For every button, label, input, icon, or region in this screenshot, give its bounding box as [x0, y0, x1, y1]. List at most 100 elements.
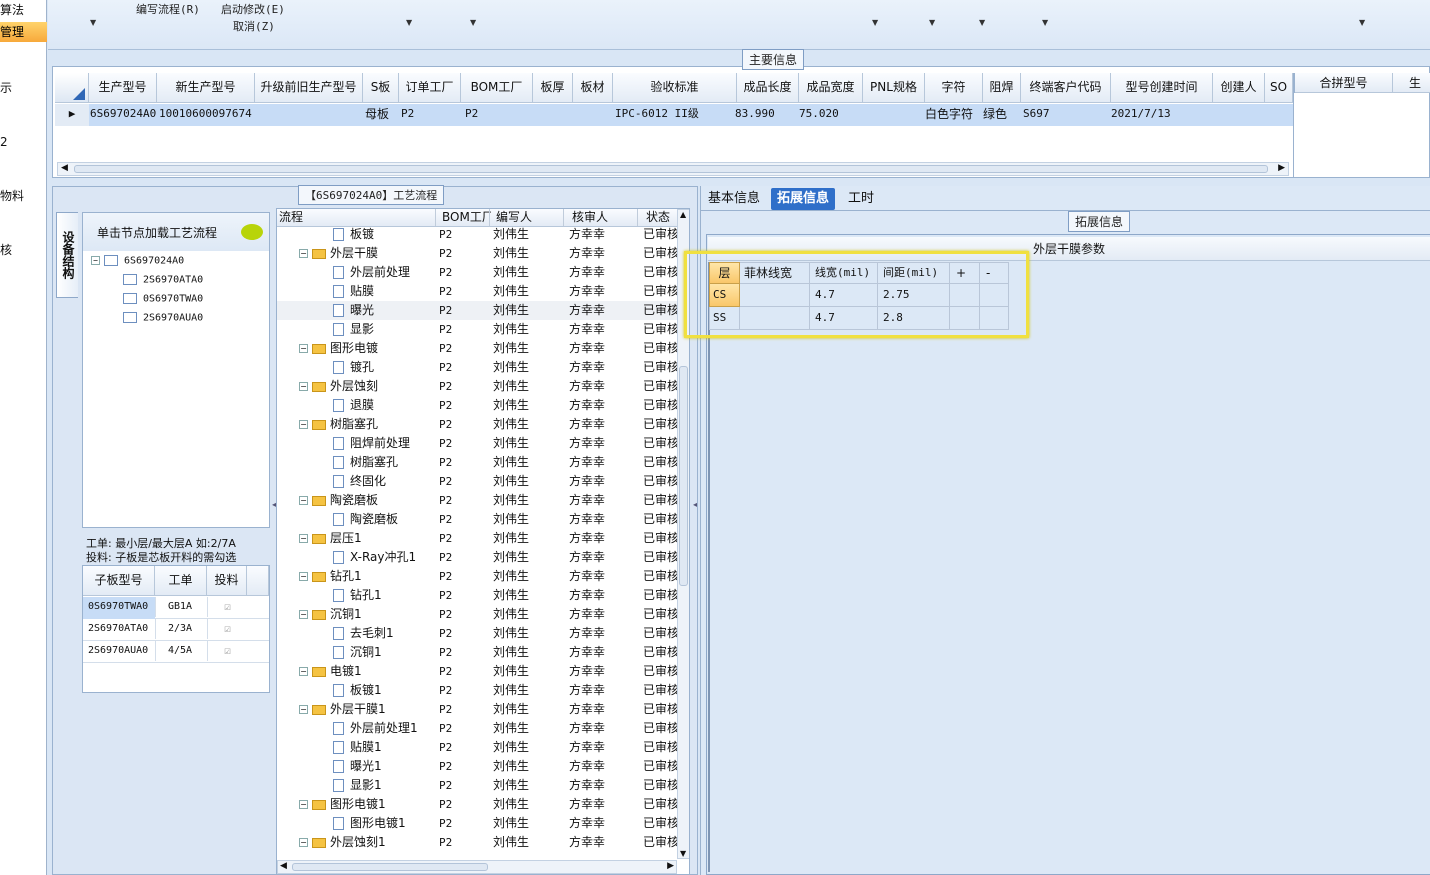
- column-header[interactable]: 工单: [155, 566, 207, 596]
- writer-cell[interactable]: 刘伟生: [493, 548, 561, 567]
- tab-extended-info[interactable]: 拓展信息: [771, 188, 836, 210]
- bom-factory-cell[interactable]: P2: [439, 586, 489, 605]
- table-cell[interactable]: 4.7: [810, 307, 878, 330]
- column-header[interactable]: SO: [1265, 73, 1293, 103]
- collapse-icon[interactable]: −: [299, 800, 308, 809]
- writer-cell[interactable]: 刘伟生: [493, 415, 561, 434]
- tree-node[interactable]: 2S6970AUA0: [123, 312, 203, 324]
- checker-cell[interactable]: 方幸幸: [569, 586, 635, 605]
- bom-factory-cell[interactable]: P2: [439, 643, 489, 662]
- table-cell[interactable]: P2: [465, 104, 531, 124]
- collapse-icon[interactable]: −: [299, 667, 308, 676]
- tree-node[interactable]: − 电镀1: [299, 662, 433, 681]
- writer-cell[interactable]: 刘伟生: [493, 700, 561, 719]
- chevron-down-icon[interactable]: ▼: [1359, 18, 1365, 27]
- bom-factory-cell[interactable]: P2: [439, 548, 489, 567]
- remove-column-button[interactable]: -: [980, 262, 1009, 284]
- column-header[interactable]: S板: [363, 73, 399, 103]
- checker-cell[interactable]: 方幸幸: [569, 738, 635, 757]
- nav-item-selected[interactable]: 管理: [0, 22, 47, 42]
- column-header[interactable]: 升级前旧生产型号: [255, 73, 363, 103]
- bom-factory-cell[interactable]: P2: [439, 605, 489, 624]
- column-header[interactable]: 新生产型号: [157, 73, 255, 103]
- checker-cell[interactable]: 方幸幸: [569, 301, 635, 320]
- tree-row[interactable]: 退膜 P2 刘伟生 方幸幸 已审核: [277, 396, 677, 415]
- chevron-down-icon[interactable]: ▼: [1042, 18, 1048, 27]
- column-header[interactable]: 生: [1393, 73, 1430, 93]
- status-cell[interactable]: 已审核: [643, 605, 677, 624]
- checker-cell[interactable]: 方幸幸: [569, 263, 635, 282]
- bom-factory-cell[interactable]: P2: [439, 738, 489, 757]
- row-header[interactable]: CS: [709, 284, 740, 307]
- bom-factory-cell[interactable]: P2: [439, 415, 489, 434]
- column-header[interactable]: 板厚: [533, 73, 573, 103]
- column-header[interactable]: 创建人: [1213, 73, 1265, 103]
- column-header[interactable]: 成品宽度: [799, 73, 863, 103]
- column-header[interactable]: 线宽(mil): [810, 262, 878, 284]
- writer-cell[interactable]: 刘伟生: [493, 567, 561, 586]
- writer-cell[interactable]: 刘伟生: [493, 434, 561, 453]
- writer-cell[interactable]: 刘伟生: [493, 377, 561, 396]
- checker-cell[interactable]: 方幸幸: [569, 244, 635, 263]
- checker-cell[interactable]: 方幸幸: [569, 643, 635, 662]
- table-cell[interactable]: 2S6970ATA0: [83, 619, 155, 639]
- bom-factory-cell[interactable]: P2: [439, 339, 489, 358]
- checker-cell[interactable]: 方幸幸: [569, 662, 635, 681]
- table-cell[interactable]: 6S697024A0: [90, 104, 156, 124]
- tree-node[interactable]: − 外层蚀刻1: [299, 833, 433, 852]
- tree-node[interactable]: − 图形电镀: [299, 339, 433, 358]
- tab-work-hours[interactable]: 工时: [842, 188, 880, 210]
- tree-node[interactable]: 钻孔1: [333, 586, 433, 605]
- collapse-icon[interactable]: −: [299, 249, 308, 258]
- writer-cell[interactable]: 刘伟生: [493, 396, 561, 415]
- collapse-icon[interactable]: −: [299, 534, 308, 543]
- column-header[interactable]: 成品长度: [737, 73, 799, 103]
- chevron-down-icon[interactable]: ▼: [90, 18, 96, 27]
- add-column-button[interactable]: +: [950, 262, 980, 284]
- status-cell[interactable]: 已审核: [643, 700, 677, 719]
- bom-factory-cell[interactable]: P2: [439, 776, 489, 795]
- column-header[interactable]: 订单工厂: [399, 73, 461, 103]
- tree-node[interactable]: 陶瓷磨板: [333, 510, 433, 529]
- collapse-icon[interactable]: −: [299, 344, 308, 353]
- tab-basic-info[interactable]: 基本信息: [702, 188, 766, 210]
- table-cell[interactable]: 10010600097674: [159, 104, 255, 124]
- tree-row[interactable]: X-Ray冲孔1 P2 刘伟生 方幸幸 已审核: [277, 548, 677, 567]
- tree-node[interactable]: − 钻孔1: [299, 567, 433, 586]
- status-cell[interactable]: 已审核: [643, 472, 677, 491]
- start-modify-button[interactable]: 启动修改(E): [221, 1, 285, 17]
- tree-node[interactable]: 阻焊前处理: [333, 434, 433, 453]
- checker-cell[interactable]: 方幸幸: [569, 605, 635, 624]
- writer-cell[interactable]: 刘伟生: [493, 624, 561, 643]
- writer-cell[interactable]: 刘伟生: [493, 339, 561, 358]
- tree-row[interactable]: 曝光 P2 刘伟生 方幸幸 已审核: [277, 301, 677, 320]
- status-cell[interactable]: 已审核: [643, 757, 677, 776]
- writer-cell[interactable]: 刘伟生: [493, 263, 561, 282]
- tree-node[interactable]: 终固化: [333, 472, 433, 491]
- tree-row[interactable]: 显影1 P2 刘伟生 方幸幸 已审核: [277, 776, 677, 795]
- collapse-icon[interactable]: −: [299, 496, 308, 505]
- checker-cell[interactable]: 方幸幸: [569, 814, 635, 833]
- tree-row[interactable]: − 图形电镀1 P2 刘伟生 方幸幸 已审核: [277, 795, 677, 814]
- bom-factory-cell[interactable]: P2: [439, 282, 489, 301]
- tree-row[interactable]: 贴膜 P2 刘伟生 方幸幸 已审核: [277, 282, 677, 301]
- writer-cell[interactable]: 刘伟生: [493, 472, 561, 491]
- collapse-icon[interactable]: −: [91, 256, 100, 265]
- checker-cell[interactable]: 方幸幸: [569, 453, 635, 472]
- checker-cell[interactable]: 方幸幸: [569, 548, 635, 567]
- status-cell[interactable]: 已审核: [643, 453, 677, 472]
- tree-node[interactable]: 镀孔: [333, 358, 433, 377]
- column-header[interactable]: 间距(mil): [878, 262, 950, 284]
- bom-factory-cell[interactable]: P2: [439, 529, 489, 548]
- column-header[interactable]: 核审人: [563, 209, 637, 226]
- writer-cell[interactable]: 刘伟生: [493, 776, 561, 795]
- writer-cell[interactable]: 刘伟生: [493, 757, 561, 776]
- collapse-icon[interactable]: −: [299, 420, 308, 429]
- checker-cell[interactable]: 方幸幸: [569, 624, 635, 643]
- select-all-corner[interactable]: [55, 73, 89, 103]
- status-cell[interactable]: 已审核: [643, 377, 677, 396]
- table-cell[interactable]: S697: [1023, 104, 1109, 124]
- bom-factory-cell[interactable]: P2: [439, 263, 489, 282]
- table-cell[interactable]: 2.8: [878, 307, 950, 330]
- checker-cell[interactable]: 方幸幸: [569, 282, 635, 301]
